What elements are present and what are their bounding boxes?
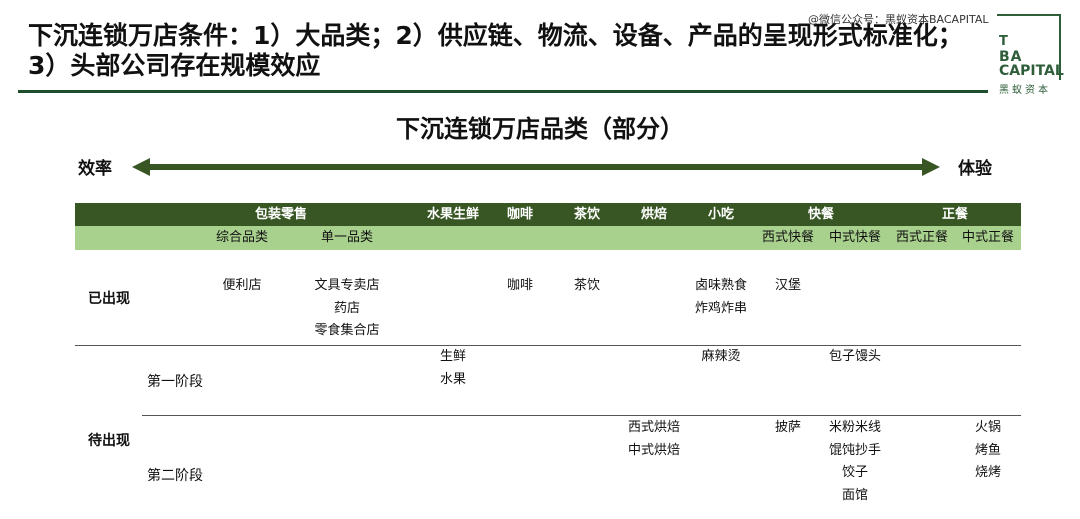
list-item: 西式烘焙 <box>627 420 681 435</box>
row-label-pending: 待出现 <box>88 433 130 449</box>
list-item: 炸鸡炸串 <box>694 300 748 316</box>
list-item: 烧烤 <box>974 465 1002 480</box>
stage2-chinese-fast-food-cell: 米粉米线 馄饨抄手 饺子 面馆 <box>829 417 881 507</box>
section-title: 下沉连锁万店品类（部分） <box>396 115 684 143</box>
row-label-existing: 已出现 <box>88 291 130 307</box>
logo-line1: T <box>999 34 1008 49</box>
category-fresh-fruit: 水果生鲜 <box>426 207 480 222</box>
list-item: 便利店 <box>222 278 262 293</box>
category-coffee: 咖啡 <box>506 207 534 222</box>
title-divider <box>18 90 988 93</box>
ba-capital-logo: T BA CAPITAL 黑蚁资本 <box>997 14 1064 96</box>
category-fast-food: 快餐 <box>807 207 835 222</box>
category-packaged-retail: 包装零售 <box>254 207 308 222</box>
stage1-chinese-fast-food-cell: 包子馒头 <box>829 346 881 369</box>
list-item: 水果 <box>439 371 467 387</box>
category-snacks: 小吃 <box>707 207 735 222</box>
subcategory-chinese-dinner: 中式正餐 <box>961 230 1015 245</box>
logo-chinese: 黑蚁资本 <box>999 85 1051 96</box>
list-item: 火锅 <box>974 420 1002 435</box>
stage1-snacks-cell: 麻辣烫 <box>701 346 740 369</box>
subcategory-chinese-fast-food: 中式快餐 <box>828 230 882 245</box>
existing-snacks-cell: 卤味熟食 炸鸡炸串 <box>695 275 747 320</box>
subcategory-single: 单一品类 <box>320 230 374 245</box>
list-item: 茶饮 <box>573 278 601 293</box>
existing-tea-cell: 茶饮 <box>574 275 600 298</box>
subcategory-western-dinner: 西式正餐 <box>895 230 949 245</box>
list-item: 生鲜 <box>439 349 467 364</box>
stage-label-2: 第二阶段 <box>147 468 203 484</box>
subcategory-western-fast-food: 西式快餐 <box>761 230 815 245</box>
stage2-bakery-cell: 西式烘焙 中式烘焙 <box>628 417 680 462</box>
existing-western-fast-food-cell: 汉堡 <box>775 275 801 298</box>
list-item: 面馆 <box>841 487 869 503</box>
list-item: 饺子 <box>841 465 869 480</box>
page-title: 下沉连锁万店条件：1）大品类；2）供应链、物流、设备、产品的呈现形式标准化；3）… <box>28 21 963 80</box>
list-item: 烤鱼 <box>974 442 1002 458</box>
list-item: 麻辣烫 <box>701 349 741 364</box>
category-tea: 茶饮 <box>573 207 601 222</box>
axis-left-label: 效率 <box>78 159 112 179</box>
existing-comprehensive-cell: 便利店 <box>222 275 261 298</box>
stage-label-1: 第一阶段 <box>147 374 203 390</box>
list-item: 汉堡 <box>774 278 802 293</box>
stage2-western-fast-food-cell: 披萨 <box>775 417 801 440</box>
existing-single-cell: 文具专卖店 药店 零食集合店 <box>314 275 379 343</box>
list-item: 零食集合店 <box>314 323 380 338</box>
axis-right-label: 体验 <box>958 159 992 179</box>
double-arrow-icon <box>132 158 940 176</box>
stage1-fresh-fruit-cell: 生鲜 水果 <box>440 346 466 391</box>
list-item: 米粉米线 <box>828 420 882 435</box>
stage2-chinese-dinner-cell: 火锅 烤鱼 烧烤 <box>975 417 1001 485</box>
list-item: 馄饨抄手 <box>828 442 882 458</box>
list-item: 文具专卖店 <box>314 278 380 293</box>
list-item: 咖啡 <box>506 278 534 293</box>
logo-line3: CAPITAL <box>999 63 1064 79</box>
category-header-row: 包装零售 水果生鲜 咖啡 茶饮 烘焙 小吃 快餐 正餐 <box>75 203 1021 226</box>
list-item: 中式烘焙 <box>627 442 681 458</box>
stage-divider <box>142 415 1021 416</box>
category-dinner: 正餐 <box>941 207 969 222</box>
watermark: @微信公众号：黑蚁资本BACAPITAL <box>808 13 989 26</box>
subcategory-comprehensive: 综合品类 <box>215 230 269 245</box>
category-bakery: 烘焙 <box>640 207 668 222</box>
list-item: 卤味熟食 <box>694 278 748 293</box>
subcategory-header-row: 综合品类 单一品类 西式快餐 中式快餐 西式正餐 中式正餐 <box>75 226 1021 250</box>
list-item: 药店 <box>333 300 361 316</box>
list-item: 包子馒头 <box>828 349 882 364</box>
list-item: 披萨 <box>774 420 802 435</box>
existing-coffee-cell: 咖啡 <box>507 275 533 298</box>
